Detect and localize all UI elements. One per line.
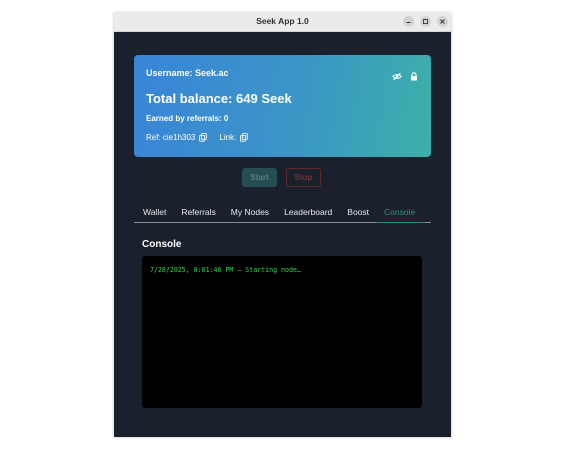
- minimize-icon: [406, 22, 411, 23]
- maximize-icon: [423, 19, 428, 24]
- referral-row: Ref: cie1h303 Link:: [146, 133, 249, 142]
- username-label: Username: Seek.ac: [146, 68, 229, 78]
- title-bar[interactable]: Seek App 1.0: [114, 13, 451, 32]
- lock-icon[interactable]: [410, 68, 418, 86]
- tab-bar: Wallet Referrals My Nodes Leaderboard Bo…: [134, 203, 431, 223]
- referral-earnings: Earned by referrals: 0: [146, 114, 229, 123]
- tab-my-nodes[interactable]: My Nodes: [231, 203, 269, 222]
- window-title: Seek App 1.0: [256, 16, 309, 26]
- tab-console[interactable]: Console: [376, 203, 426, 223]
- stop-button[interactable]: Stop: [286, 168, 321, 187]
- console-output[interactable]: 7/28/2025, 8:01:46 PM — Starting node…: [142, 256, 422, 408]
- copy-icon[interactable]: [240, 133, 249, 142]
- eye-off-icon[interactable]: [392, 68, 402, 86]
- maximize-button[interactable]: [420, 16, 431, 27]
- tab-referrals[interactable]: Referrals: [181, 203, 215, 222]
- card-actions: [392, 68, 418, 86]
- close-icon: [440, 19, 445, 24]
- tab-wallet[interactable]: Wallet: [143, 203, 166, 222]
- ref-code: Ref: cie1h303: [146, 133, 196, 142]
- link-label: Link:: [219, 133, 237, 142]
- app-window: Seek App 1.0 Username: Seek.ac Total bal…: [114, 13, 451, 437]
- tab-boost[interactable]: Boost: [347, 203, 369, 222]
- console-line: 7/28/2025, 8:01:46 PM — Starting node…: [150, 266, 301, 274]
- minimize-button[interactable]: [403, 16, 414, 27]
- start-button[interactable]: Start: [242, 168, 277, 187]
- tab-leaderboard[interactable]: Leaderboard: [284, 203, 332, 222]
- copy-icon[interactable]: [199, 133, 208, 142]
- total-balance: Total balance: 649 Seek: [146, 91, 292, 106]
- console-title: Console: [142, 239, 182, 250]
- account-card: Username: Seek.ac Total balance: 649 See…: [134, 55, 431, 157]
- close-button[interactable]: [437, 16, 448, 27]
